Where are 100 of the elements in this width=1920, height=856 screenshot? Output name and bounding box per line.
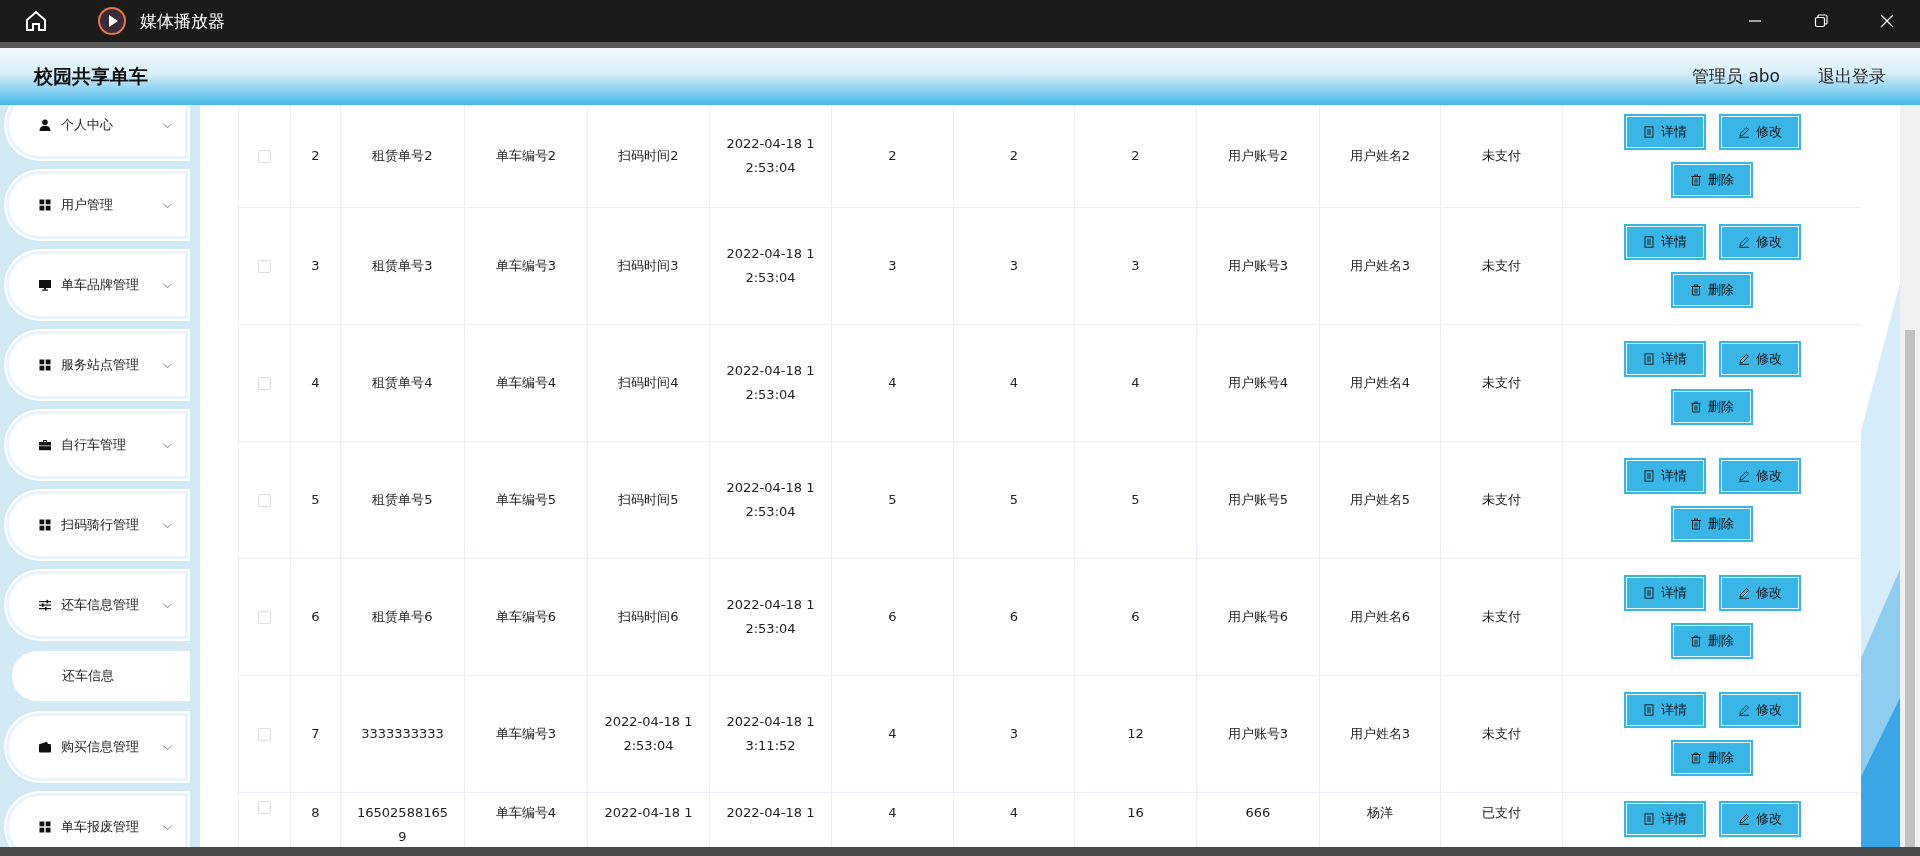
person-icon	[39, 119, 51, 131]
table-cell-text: 666	[1244, 804, 1272, 822]
delete-button[interactable]: 删除	[1671, 162, 1753, 198]
restore-icon[interactable]	[1813, 13, 1829, 29]
document-icon	[1642, 353, 1655, 365]
table-cell-text: 3	[887, 257, 898, 275]
table-cell-text: 3333333333	[360, 725, 445, 743]
table-cell-text: 未支付	[1481, 147, 1522, 165]
table-cell-text: 用户账号3	[1226, 257, 1290, 275]
table-cell-text: 用户姓名6	[1348, 608, 1412, 626]
delete-button[interactable]: 删除	[1671, 272, 1753, 308]
briefcase-icon	[39, 439, 51, 451]
table-cell-text: 用户姓名3	[1348, 725, 1412, 743]
app-title: 校园共享单车	[34, 63, 148, 89]
close-icon[interactable]	[1879, 13, 1895, 29]
table-cell-text: 6	[887, 608, 898, 626]
row-checkbox[interactable]	[258, 259, 271, 273]
table-cell-text: 单车编号6	[494, 608, 558, 626]
row-checkbox[interactable]	[258, 376, 271, 390]
home-icon[interactable]	[24, 9, 48, 33]
edit-button[interactable]: 修改	[1718, 458, 1801, 494]
table-cell-text: 单车编号2	[494, 147, 558, 165]
play-icon	[98, 7, 126, 35]
table-cell-text: 用户姓名2	[1348, 147, 1412, 165]
table-cell-text: 6	[1008, 608, 1020, 626]
table-cell-text: 5	[887, 491, 898, 509]
row-checkbox[interactable]	[258, 727, 271, 741]
delete-button[interactable]: 删除	[1671, 506, 1753, 542]
table-cell-text: 租赁单号6	[371, 608, 434, 626]
pencil-icon	[1737, 236, 1750, 248]
detail-button[interactable]: 详情	[1623, 692, 1706, 728]
row-checkbox[interactable]	[258, 610, 271, 624]
grid-icon	[39, 199, 51, 211]
edit-button[interactable]: 修改	[1718, 801, 1801, 837]
table-cell-text: 租赁单号5	[371, 491, 434, 509]
table-cell-text: 扫码时间5	[617, 491, 680, 509]
delete-button[interactable]: 删除	[1671, 740, 1753, 776]
detail-button[interactable]: 详情	[1623, 458, 1706, 494]
delete-button[interactable]: 删除	[1671, 389, 1753, 425]
table-cell-text: 单车编号4	[494, 804, 558, 822]
sliders-icon	[39, 599, 51, 611]
table-cell-text: 5	[1130, 491, 1141, 509]
delete-button[interactable]: 删除	[1671, 623, 1753, 659]
edit-button[interactable]: 修改	[1718, 575, 1801, 611]
logout-link[interactable]: 退出登录	[1818, 65, 1886, 88]
table-cell-text: 2022-04-18 1	[725, 804, 816, 822]
row-checkbox[interactable]	[258, 801, 271, 814]
table-cell-text: 未支付	[1481, 374, 1522, 392]
trash-icon	[1690, 518, 1702, 530]
table-cell-text: 2022-04-18 13:11:52	[725, 713, 816, 755]
pencil-icon	[1737, 353, 1750, 365]
table-cell-text: 4	[887, 725, 898, 743]
table-cell-text: 4	[1008, 804, 1020, 822]
table-cell-text: 7	[310, 725, 321, 743]
edit-button[interactable]: 修改	[1718, 692, 1801, 728]
table-cell-text: 扫码时间4	[617, 374, 680, 392]
table-cell-text: 扫码时间3	[617, 257, 680, 275]
table-cell-text: 3	[1008, 725, 1020, 743]
trash-icon	[1690, 635, 1702, 647]
document-icon	[1642, 236, 1655, 248]
pencil-icon	[1737, 587, 1750, 599]
table-cell-text: 4	[887, 804, 898, 822]
table-cell-text: 租赁单号4	[371, 374, 434, 392]
table-cell-text: 2022-04-18 12:53:04	[725, 596, 816, 638]
wallet-icon	[39, 741, 51, 753]
table-cell-text: 未支付	[1481, 257, 1522, 275]
document-icon	[1642, 704, 1655, 716]
document-icon	[1642, 813, 1655, 825]
table-cell-text: 租赁单号3	[371, 257, 434, 275]
row-checkbox[interactable]	[258, 149, 271, 163]
table-cell-text: 5	[1008, 491, 1020, 509]
table-cell-text: 165025881659	[356, 804, 449, 846]
document-icon	[1642, 587, 1655, 599]
table-cell-text: 6	[310, 608, 321, 626]
detail-button[interactable]: 详情	[1623, 341, 1706, 377]
edit-button[interactable]: 修改	[1718, 224, 1801, 260]
grid-icon	[39, 359, 51, 371]
table-cell-text: 单车编号4	[494, 374, 558, 392]
table-cell-text: 2	[1130, 147, 1141, 165]
table-cell-text: 16	[1126, 804, 1145, 822]
table-cell-text: 用户账号4	[1226, 374, 1290, 392]
table-cell-text: 单车编号5	[494, 491, 558, 509]
table-cell-text: 用户姓名5	[1348, 491, 1412, 509]
table-cell-text: 4	[1008, 374, 1020, 392]
trash-icon	[1690, 401, 1702, 413]
detail-button[interactable]: 详情	[1623, 575, 1706, 611]
document-icon	[1642, 126, 1655, 138]
detail-button[interactable]: 详情	[1623, 114, 1706, 150]
edit-button[interactable]: 修改	[1718, 341, 1801, 377]
document-icon	[1642, 470, 1655, 482]
submenu-item[interactable]: 还车信息	[12, 651, 190, 701]
detail-button[interactable]: 详情	[1623, 224, 1706, 260]
edit-button[interactable]: 修改	[1718, 114, 1801, 150]
detail-button[interactable]: 详情	[1623, 801, 1706, 837]
window-title: 媒体播放器	[140, 9, 225, 33]
table-cell-text: 2	[310, 147, 321, 165]
table-cell-text: 未支付	[1481, 608, 1522, 626]
table-cell-text: 2	[887, 147, 898, 165]
table-cell-text: 4	[1130, 374, 1141, 392]
row-checkbox[interactable]	[258, 493, 271, 507]
